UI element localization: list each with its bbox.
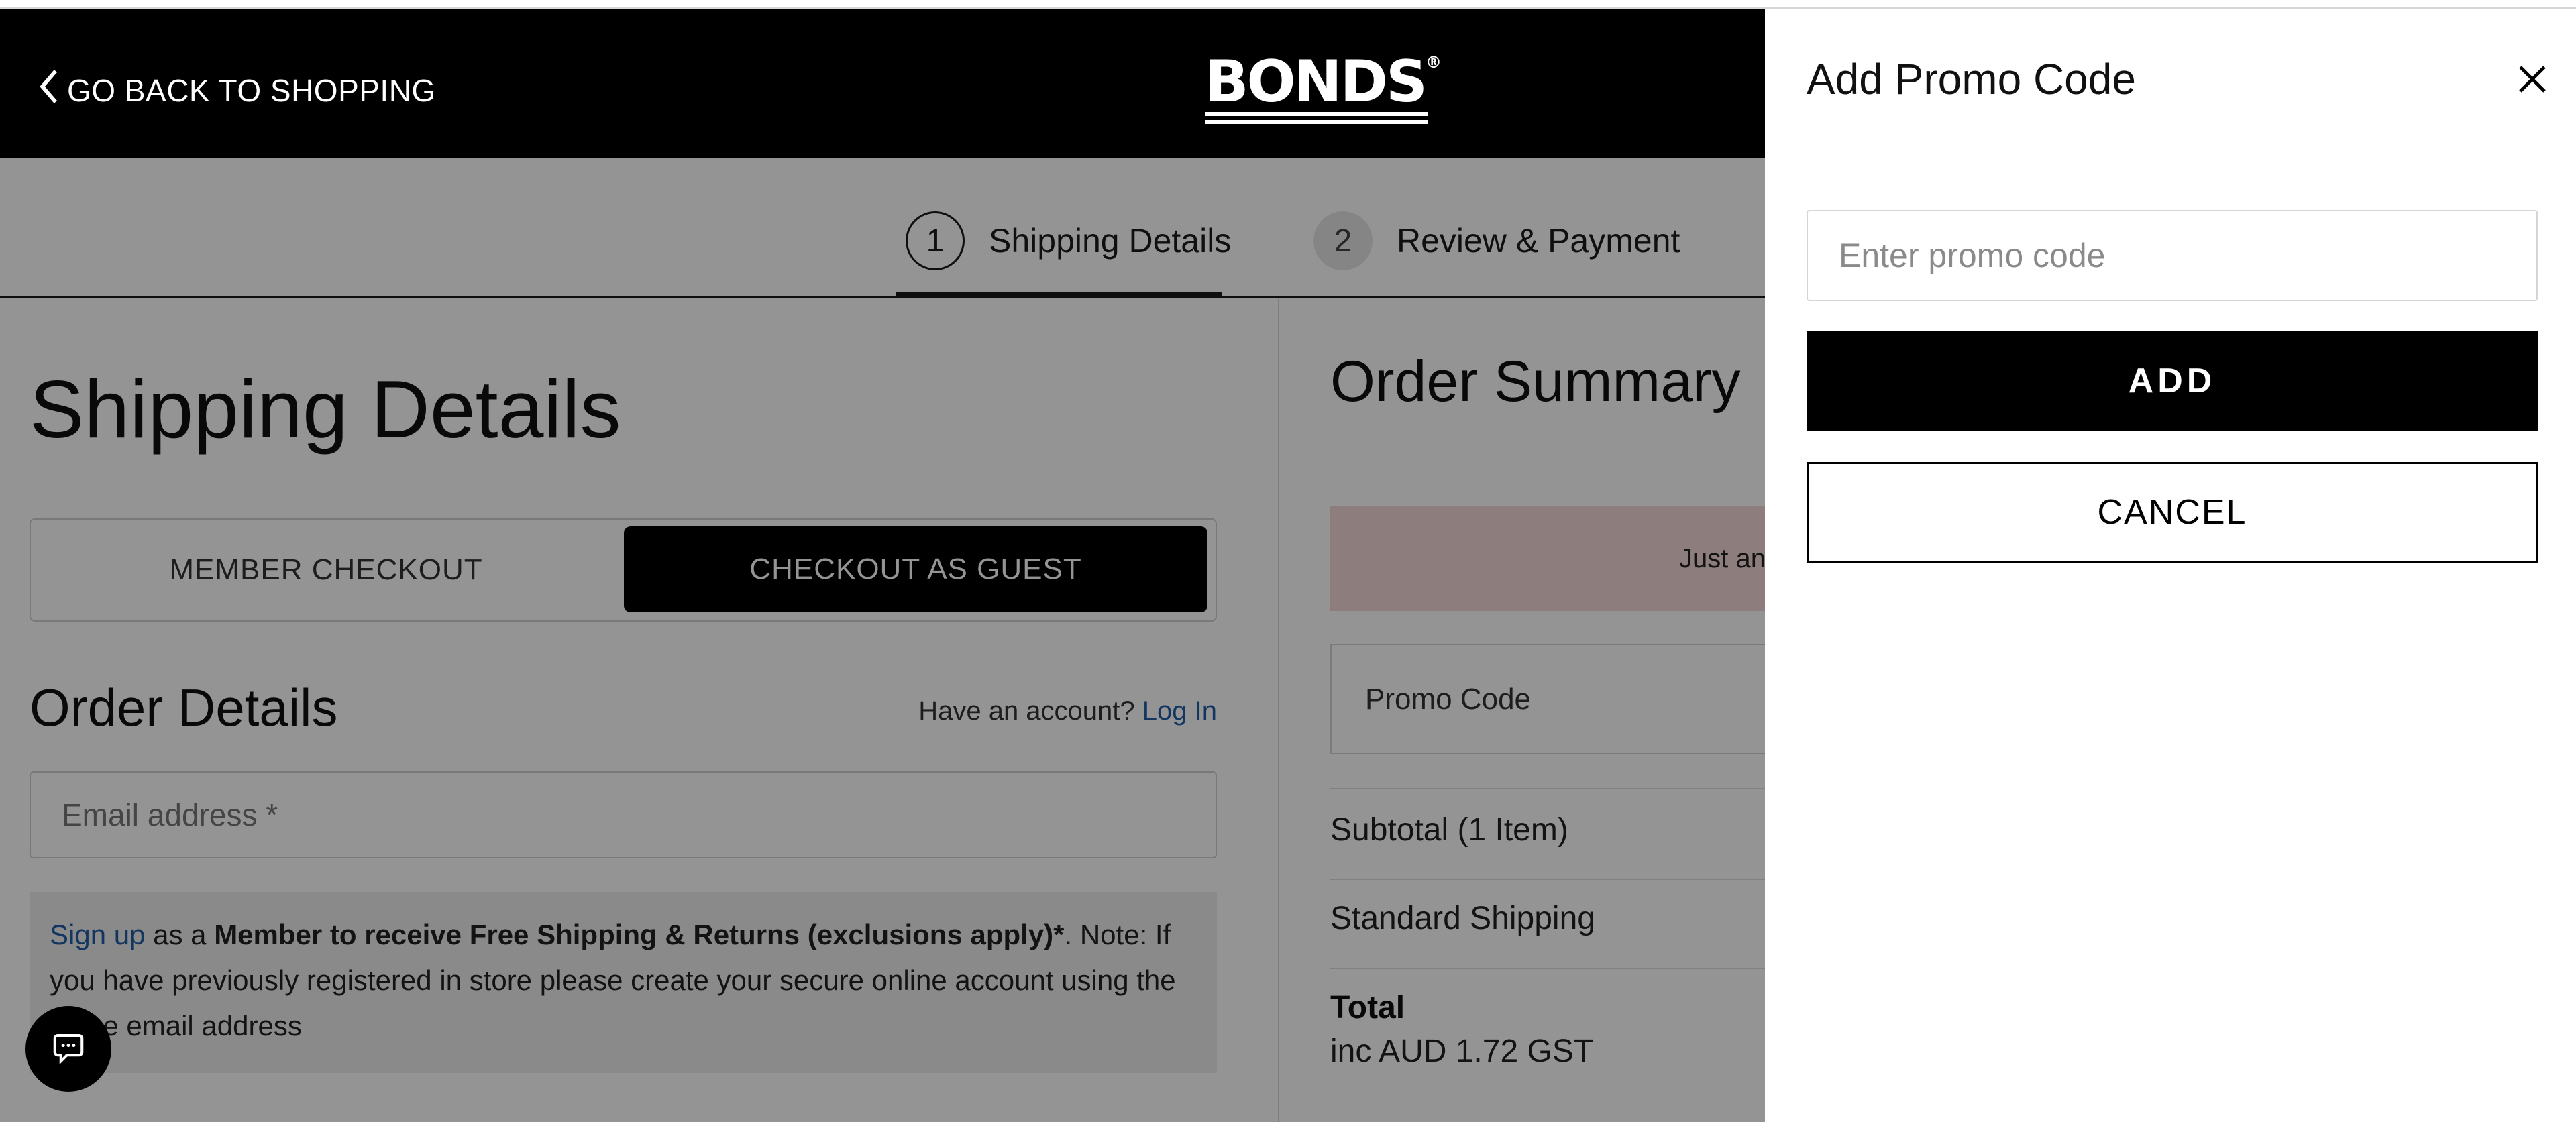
drawer-title: Add Promo Code: [1807, 55, 2136, 103]
add-button[interactable]: ADD: [1807, 331, 2538, 431]
bonds-logo[interactable]: BONDS®: [1205, 53, 1442, 124]
chat-icon: [50, 1029, 87, 1069]
logo-underline: [1205, 120, 1428, 124]
go-back-to-shopping-link[interactable]: GO BACK TO SHOPPING: [38, 68, 436, 113]
promo-code-input[interactable]: [1807, 210, 2538, 301]
cancel-button[interactable]: CANCEL: [1807, 462, 2538, 563]
go-back-label: GO BACK TO SHOPPING: [67, 72, 436, 108]
chevron-left-icon: [38, 68, 60, 113]
add-promo-code-drawer: Add Promo Code ADD CANCEL: [1765, 9, 2576, 1122]
chat-button[interactable]: [25, 1006, 111, 1092]
logo-registered-mark: ®: [1425, 53, 1442, 72]
close-button[interactable]: [2514, 61, 2551, 97]
close-icon: [2514, 66, 2551, 100]
browser-top-edge: [0, 0, 2576, 9]
logo-text: BONDS: [1205, 48, 1428, 115]
logo-underline: [1205, 112, 1428, 116]
